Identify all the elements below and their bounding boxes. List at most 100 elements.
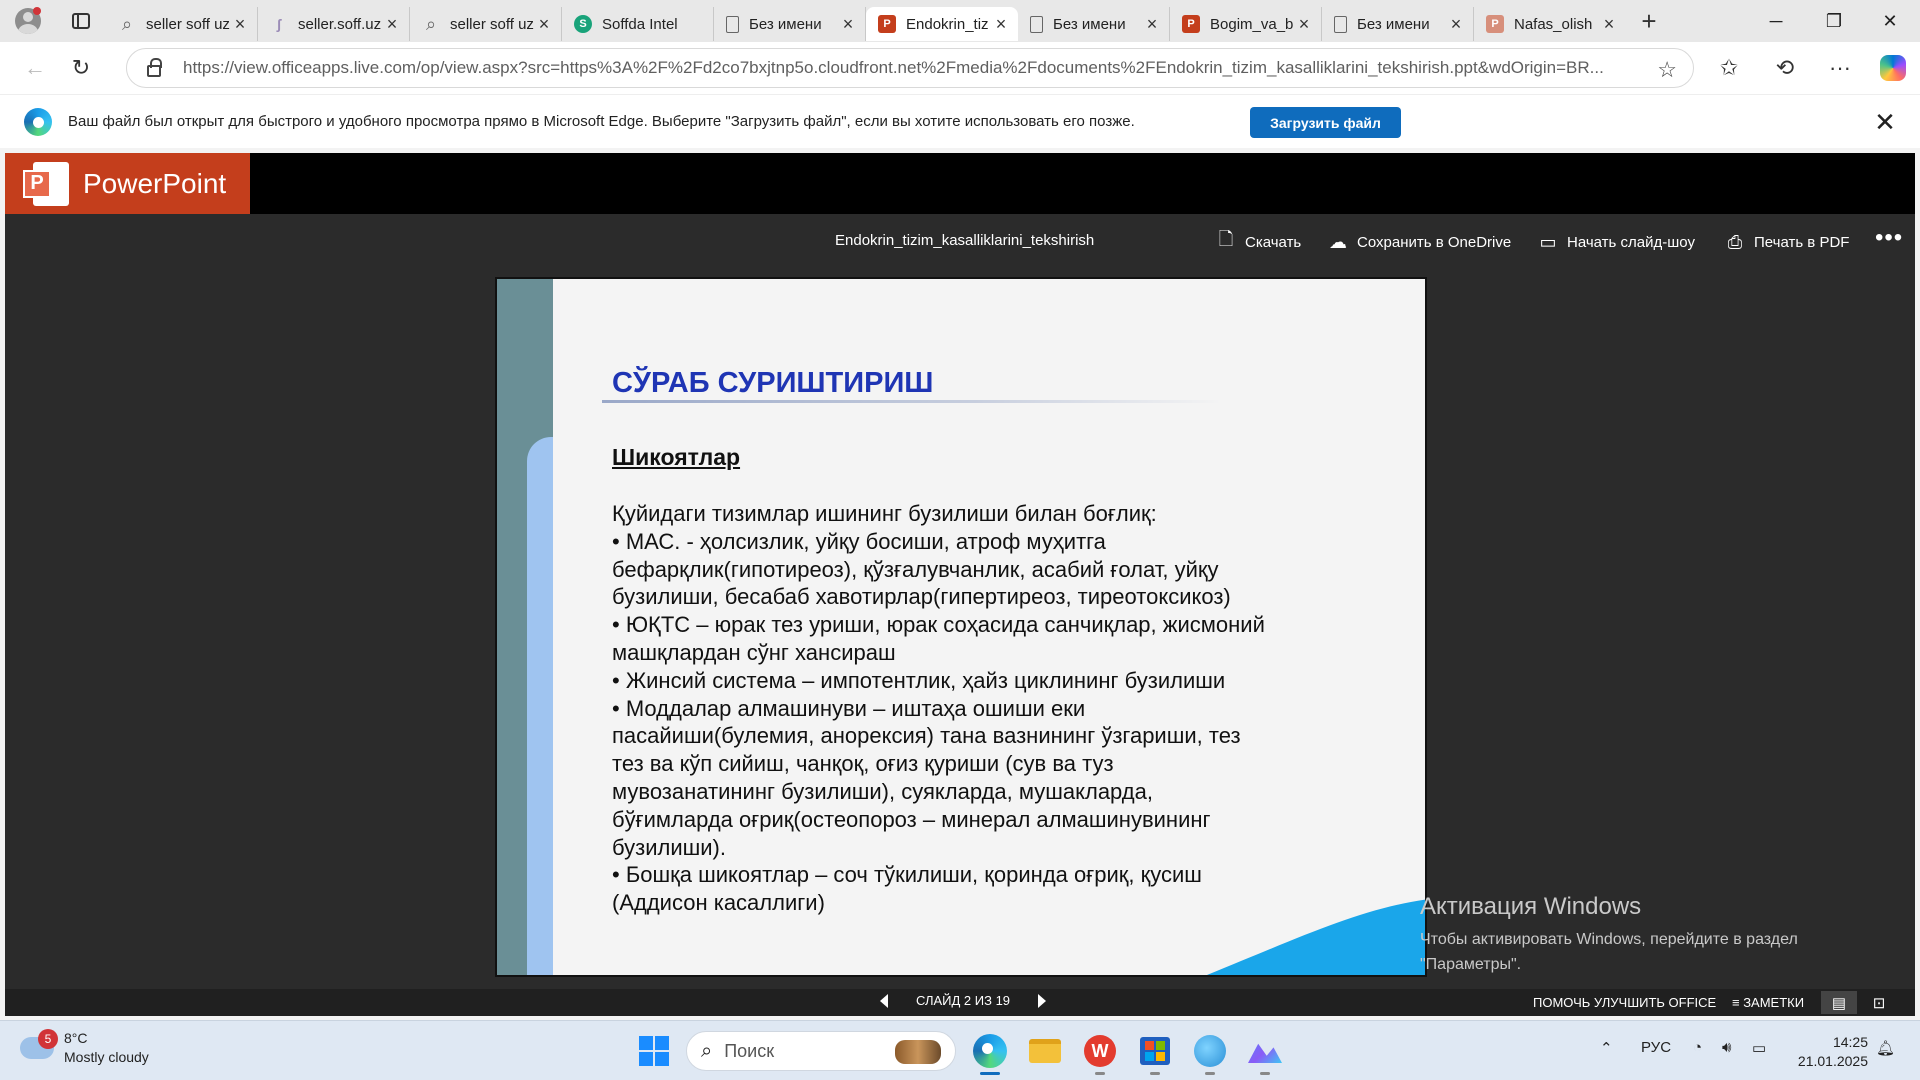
slide-navigation: СЛАЙД 2 ИЗ 19 bbox=[880, 993, 1047, 1008]
url-field[interactable]: https://view.officeapps.live.com/op/view… bbox=[126, 48, 1694, 88]
tab-title: Bogim_va_b bbox=[1210, 15, 1294, 33]
download-file-button[interactable]: Загрузить файл bbox=[1250, 107, 1401, 138]
help-improve-office-link[interactable]: ПОМОЧЬ УЛУЧШИТЬ OFFICE bbox=[1533, 995, 1716, 1010]
tab-actions-button[interactable] bbox=[56, 0, 106, 42]
weather-condition: Mostly cloudy bbox=[64, 1049, 149, 1065]
download-label: Скачать bbox=[1245, 233, 1302, 251]
taskbar-store[interactable] bbox=[1135, 1031, 1175, 1075]
tab-close-icon[interactable]: × bbox=[1143, 14, 1161, 35]
favorite-star-icon[interactable]: ☆ bbox=[1657, 57, 1677, 83]
minimize-button[interactable]: ─ bbox=[1748, 0, 1804, 42]
notes-button[interactable]: ≡ ЗАМЕТКИ bbox=[1732, 995, 1804, 1010]
search-icon bbox=[422, 15, 440, 33]
back-button[interactable]: ← bbox=[12, 48, 58, 88]
copilot-button[interactable] bbox=[1873, 48, 1913, 88]
taskbar-wps-office[interactable]: W bbox=[1080, 1031, 1120, 1075]
browser-tab-active[interactable]: P Endokrin_tiz × bbox=[866, 7, 1018, 41]
tab-close-icon[interactable]: × bbox=[231, 14, 249, 35]
browser-tab[interactable]: Без имени × bbox=[1018, 7, 1170, 41]
tab-close-icon[interactable]: × bbox=[992, 14, 1010, 35]
taskbar-telegram-like-app[interactable] bbox=[1190, 1031, 1230, 1075]
show-hidden-icons[interactable]: ⌃ bbox=[1600, 1039, 1613, 1057]
browser-tab[interactable]: P Bogim_va_b × bbox=[1170, 7, 1322, 41]
edge-icon bbox=[973, 1034, 1007, 1068]
soff-site-icon: ʃ bbox=[276, 16, 282, 32]
weather-badge: 5 bbox=[38, 1029, 58, 1049]
taskbar-file-explorer[interactable] bbox=[1025, 1031, 1065, 1071]
save-onedrive-button[interactable]: ☁ Сохранить в OneDrive bbox=[1327, 228, 1511, 256]
print-pdf-button[interactable]: ⎙ Печать в PDF bbox=[1724, 228, 1850, 256]
browser-tab[interactable]: seller soff uz × bbox=[410, 7, 562, 41]
new-tab-button[interactable]: + bbox=[1626, 0, 1672, 42]
powerpoint-logo-icon: P bbox=[23, 161, 69, 206]
folder-icon bbox=[1029, 1039, 1061, 1063]
tab-title: seller.soff.uz bbox=[298, 15, 382, 33]
more-options-icon[interactable]: ••• bbox=[1875, 224, 1903, 252]
start-slideshow-button[interactable]: ▭ Начать слайд-шоу bbox=[1537, 228, 1694, 256]
battery-icon[interactable]: ▭ bbox=[1752, 1039, 1766, 1057]
slide-line: (Аддисон касаллиги) bbox=[612, 890, 825, 916]
taskbar-photos-app[interactable] bbox=[1245, 1031, 1285, 1075]
clock-time: 14:25 bbox=[1832, 1034, 1868, 1050]
download-button[interactable]: 🗋 Скачать bbox=[1215, 228, 1302, 256]
address-bar-row: ← ↻ https://view.officeapps.live.com/op/… bbox=[0, 42, 1920, 94]
slideshow-view-icon: ⊡ bbox=[1872, 994, 1886, 1012]
app-globe-icon bbox=[1194, 1035, 1226, 1067]
tab-close-icon[interactable]: × bbox=[839, 14, 857, 35]
notes-label: ЗАМЕТКИ bbox=[1743, 995, 1805, 1010]
print-label: Печать в PDF bbox=[1754, 233, 1850, 251]
browser-tab[interactable]: seller soff uz × bbox=[106, 7, 258, 41]
slide-line: тез ва кўп сийиш, чанқоқ, оғиз қуриши (с… bbox=[612, 751, 1114, 777]
wifi-icon[interactable]: ◔ bbox=[1693, 1039, 1702, 1056]
close-info-bar-icon[interactable]: ✕ bbox=[1870, 107, 1900, 138]
weather-widget[interactable]: 5 8°C Mostly cloudy bbox=[20, 1029, 149, 1067]
slide-line: • ЮҚТС – юрак тез уриши, юрак соҳасида с… bbox=[612, 612, 1265, 638]
cloud-icon: ☁ bbox=[1329, 231, 1347, 252]
tab-close-icon[interactable]: × bbox=[1600, 14, 1618, 35]
next-slide-icon[interactable] bbox=[1038, 993, 1047, 1008]
lock-icon bbox=[147, 58, 162, 77]
profile-notification-dot bbox=[33, 7, 41, 15]
tab-title: Nafas_olish bbox=[1514, 15, 1593, 33]
previous-slide-icon[interactable] bbox=[880, 993, 888, 1008]
favorites-icon[interactable]: ✩ bbox=[1709, 48, 1749, 88]
search-icon: ⌕ bbox=[701, 1039, 713, 1062]
slideshow-view-button[interactable]: ⊡ bbox=[1861, 991, 1897, 1014]
volume-icon[interactable]: 🔊︎ bbox=[1722, 1039, 1731, 1056]
reading-view-button[interactable]: ▤ bbox=[1821, 991, 1857, 1014]
slide-line: бузилиши, бесабаб хавотирлар(гипертиреоз… bbox=[612, 584, 1231, 610]
slide-line: • Жинсий система – импотентлик, ҳайз цик… bbox=[612, 667, 1226, 693]
powerpoint-brand[interactable]: P PowerPoint bbox=[5, 153, 250, 214]
profile-button[interactable] bbox=[0, 0, 56, 42]
slide-line: бузилиши). bbox=[612, 834, 726, 860]
browser-tab[interactable]: S Soffda Intel bbox=[562, 7, 714, 41]
refresh-button[interactable]: ↻ bbox=[58, 48, 104, 88]
taskbar-edge[interactable] bbox=[970, 1031, 1010, 1075]
activation-title: Активация Windows bbox=[1420, 893, 1642, 920]
tab-close-icon[interactable]: × bbox=[535, 14, 553, 35]
settings-more-icon[interactable]: ··· bbox=[1820, 48, 1860, 88]
input-language[interactable]: РУС bbox=[1641, 1039, 1671, 1056]
system-clock[interactable]: 14:25 21.01.2025 bbox=[1788, 1033, 1868, 1071]
printer-icon: ⎙ bbox=[1727, 231, 1743, 252]
close-window-button[interactable]: ✕ bbox=[1862, 0, 1918, 42]
tab-close-icon[interactable]: × bbox=[1447, 14, 1465, 35]
notification-bell-icon[interactable]: 🔔︎ bbox=[1876, 1039, 1895, 1057]
history-icon[interactable]: ⟲ bbox=[1765, 48, 1805, 88]
cloud-icon: 5 bbox=[20, 1029, 58, 1059]
browser-tab[interactable]: ʃ seller.soff.uz × bbox=[258, 7, 410, 41]
edge-info-bar: Ваш файл был открыт для быстрого и удобн… bbox=[0, 94, 1920, 148]
browser-tab[interactable]: Без имени × bbox=[714, 7, 866, 41]
tab-close-icon[interactable]: × bbox=[1295, 14, 1313, 35]
search-highlight-image bbox=[895, 1040, 941, 1064]
browser-tab[interactable]: Без имени × bbox=[1322, 7, 1474, 41]
tab-title: seller soff uz bbox=[450, 15, 534, 33]
tab-close-icon[interactable]: × bbox=[383, 14, 401, 35]
start-button[interactable] bbox=[639, 1036, 669, 1066]
reading-view-icon: ▤ bbox=[1831, 994, 1847, 1012]
restore-button[interactable]: ❐ bbox=[1806, 0, 1862, 42]
browser-tab[interactable]: P Nafas_olish × bbox=[1474, 7, 1626, 41]
taskbar-search[interactable]: ⌕ Поиск bbox=[686, 1031, 956, 1071]
wps-office-icon: W bbox=[1084, 1035, 1116, 1067]
onedrive-label: Сохранить в OneDrive bbox=[1357, 233, 1512, 251]
